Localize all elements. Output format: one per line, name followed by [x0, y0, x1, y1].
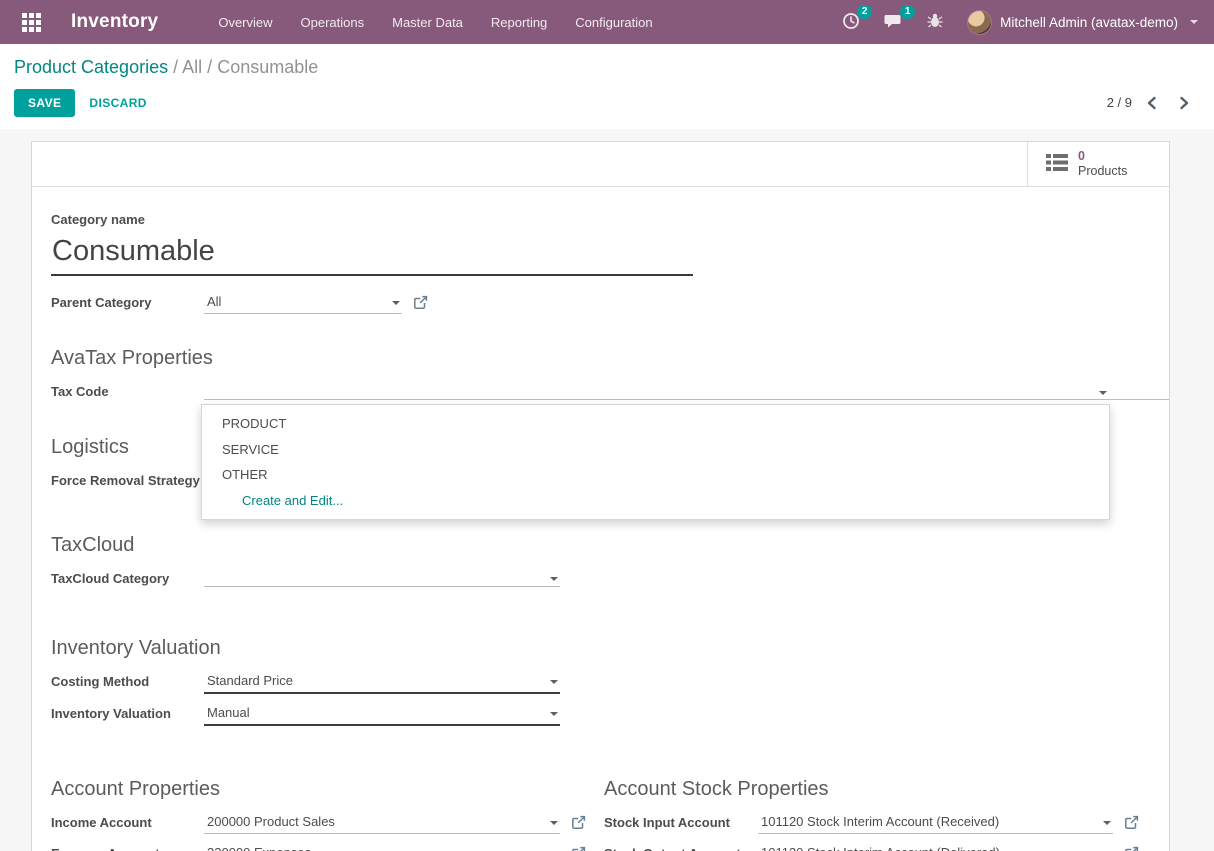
- chevron-down-icon[interactable]: [1099, 391, 1107, 395]
- menu-master-data[interactable]: Master Data: [378, 0, 477, 44]
- external-link-icon[interactable]: [571, 815, 586, 833]
- income-account-label: Income Account: [51, 814, 204, 830]
- dropdown-create-and-edit[interactable]: Create and Edit...: [202, 488, 1109, 514]
- category-name-label: Category name: [51, 212, 1150, 227]
- breadcrumb-parent: All: [182, 57, 202, 77]
- account-properties-title: Account Properties: [51, 778, 604, 801]
- pager-value: 2 / 9: [1107, 95, 1132, 110]
- account-stock-properties-group: Account Stock Properties Stock Input Acc…: [604, 778, 1150, 851]
- external-link-icon[interactable]: [571, 846, 586, 851]
- stat-label: Products: [1078, 164, 1127, 179]
- taxcloud-category-label: TaxCloud Category: [51, 570, 204, 586]
- user-avatar: [967, 10, 992, 35]
- chevron-down-icon[interactable]: [550, 680, 558, 684]
- chevron-down-icon[interactable]: [550, 577, 558, 581]
- force-removal-strategy-label: Force Removal Strategy: [51, 472, 204, 488]
- form-sheet: 0 Products Category name Consumable Pare…: [31, 141, 1170, 851]
- menu-overview[interactable]: Overview: [204, 0, 286, 44]
- dropdown-option-service[interactable]: SERVICE: [202, 437, 1109, 463]
- inventory-valuation-section-title: Inventory Valuation: [51, 637, 1150, 660]
- user-name: Mitchell Admin (avatax-demo): [1000, 15, 1178, 30]
- chevron-down-icon: [1190, 20, 1198, 24]
- external-link-icon[interactable]: [1124, 846, 1139, 851]
- apps-grid-icon[interactable]: [22, 13, 41, 32]
- pager: 2 / 9: [1107, 94, 1198, 112]
- account-properties-group: Account Properties Income Account 200000…: [51, 778, 604, 851]
- menu-reporting[interactable]: Reporting: [477, 0, 561, 44]
- expense-account-field[interactable]: 220000 Expenses: [204, 845, 560, 851]
- stock-input-account-field[interactable]: 101120 Stock Interim Account (Received): [758, 814, 1113, 834]
- menu-operations[interactable]: Operations: [287, 0, 379, 44]
- breadcrumb: Product Categories / All / Consumable: [14, 57, 1198, 78]
- parent-category-label: Parent Category: [51, 294, 204, 310]
- form-view: 0 Products Category name Consumable Pare…: [0, 129, 1214, 851]
- menu-configuration[interactable]: Configuration: [561, 0, 666, 44]
- breadcrumb-current: Consumable: [217, 57, 318, 77]
- tax-code-field[interactable]: [204, 383, 1169, 400]
- tax-code-label: Tax Code: [51, 383, 204, 399]
- inventory-valuation-label: Inventory Valuation: [51, 705, 204, 721]
- avatax-section-title: AvaTax Properties: [51, 347, 1150, 370]
- taxcloud-section-title: TaxCloud: [51, 534, 1150, 557]
- breadcrumb-root[interactable]: Product Categories: [14, 57, 168, 77]
- stock-input-account-label: Stock Input Account: [604, 814, 758, 830]
- tax-code-dropdown: PRODUCT SERVICE OTHER Create and Edit...: [201, 404, 1110, 520]
- account-stock-properties-title: Account Stock Properties: [604, 778, 1150, 801]
- pager-previous-button[interactable]: [1138, 94, 1165, 112]
- app-brand[interactable]: Inventory: [71, 11, 158, 33]
- messages-badge: 1: [900, 5, 915, 19]
- category-name-input[interactable]: Consumable: [51, 234, 693, 276]
- dropdown-option-other[interactable]: OTHER: [202, 462, 1109, 488]
- chevron-down-icon[interactable]: [392, 301, 400, 305]
- dropdown-option-product[interactable]: PRODUCT: [202, 411, 1109, 437]
- main-menu: Overview Operations Master Data Reportin…: [204, 0, 666, 44]
- chevron-down-icon[interactable]: [550, 821, 558, 825]
- systray: 2 1 Mitchell Admin (avatax-demo): [832, 6, 1198, 39]
- discard-button[interactable]: DISCARD: [89, 96, 146, 110]
- inventory-valuation-select[interactable]: Manual: [204, 705, 560, 726]
- external-link-icon[interactable]: [413, 295, 428, 313]
- expense-account-label: Expense Account: [51, 845, 204, 851]
- costing-method-label: Costing Method: [51, 673, 204, 689]
- user-menu[interactable]: Mitchell Admin (avatax-demo): [967, 10, 1198, 35]
- top-navbar: Inventory Overview Operations Master Dat…: [0, 0, 1214, 44]
- costing-method-select[interactable]: Standard Price: [204, 673, 560, 694]
- list-icon: [1046, 153, 1068, 175]
- external-link-icon[interactable]: [1124, 815, 1139, 833]
- income-account-field[interactable]: 200000 Product Sales: [204, 814, 560, 834]
- chevron-down-icon[interactable]: [550, 712, 558, 716]
- control-panel: Product Categories / All / Consumable SA…: [0, 44, 1214, 129]
- activities-badge: 2: [857, 5, 872, 19]
- messages-button[interactable]: 1: [874, 6, 913, 39]
- stock-output-account-field[interactable]: 101130 Stock Interim Account (Delivered): [758, 845, 1113, 851]
- products-stat-button[interactable]: 0 Products: [1027, 142, 1169, 186]
- stat-value: 0: [1078, 149, 1127, 164]
- pager-next-button[interactable]: [1171, 94, 1198, 112]
- bug-icon: [927, 12, 943, 32]
- activities-button[interactable]: 2: [832, 6, 870, 39]
- parent-category-field[interactable]: All: [204, 294, 402, 314]
- stock-output-account-label: Stock Output Account: [604, 845, 758, 851]
- chevron-down-icon[interactable]: [1103, 821, 1111, 825]
- debug-button[interactable]: [917, 6, 953, 38]
- taxcloud-category-field[interactable]: [204, 570, 560, 587]
- save-button[interactable]: SAVE: [14, 89, 75, 117]
- button-box: 0 Products: [32, 142, 1169, 187]
